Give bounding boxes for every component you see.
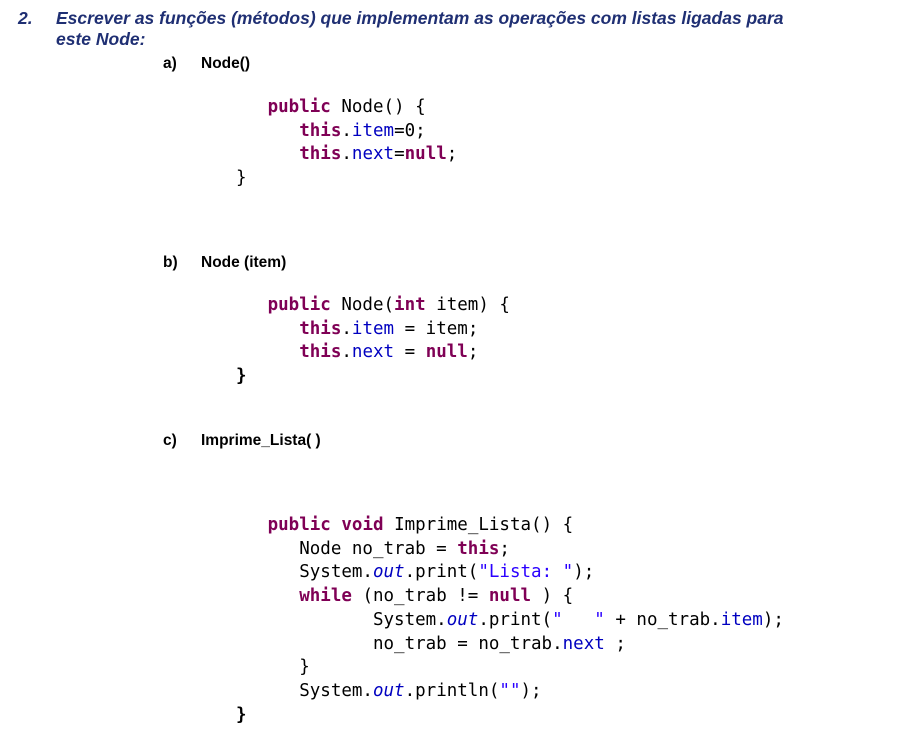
question-line-1: 2. Escrever as funções (métodos) que impl… xyxy=(18,8,898,29)
item-b-title: Node (item) xyxy=(201,254,287,271)
question-text-line-2: este Node: xyxy=(56,29,146,49)
question-text-line-1: Escrever as funções (métodos) que implem… xyxy=(56,8,784,28)
code-block-a: public Node() { this.item=0; this.next=n… xyxy=(236,96,457,191)
code-b-line-4: } xyxy=(236,366,247,387)
item-c-label: c) Imprime_Lista( ) xyxy=(163,431,321,451)
code-a-line-3: this.next=null; xyxy=(299,144,458,165)
code-c-line-8: System.out.println(""); xyxy=(299,680,542,701)
code-a-line-1: public Node() { xyxy=(267,97,426,117)
item-a-label: a) Node() xyxy=(163,54,250,74)
item-c-letter: c) xyxy=(163,432,177,449)
code-c-line-6: no_trab = no_trab.next ; xyxy=(372,633,626,654)
item-b-label: b) Node (item) xyxy=(163,253,286,273)
code-c-line-4: while (no_trab != null ) { xyxy=(299,586,574,607)
item-a-letter: a) xyxy=(163,55,177,72)
code-b-line-3: this.next = null; xyxy=(299,342,479,363)
code-a-line-2: this.item=0; xyxy=(299,120,426,141)
code-c-line-5: System.out.print(" " + no_trab.item); xyxy=(372,609,784,630)
item-b-letter: b) xyxy=(163,254,178,271)
question-number: 2. xyxy=(18,8,33,28)
code-c-line-2: Node no_trab = this; xyxy=(299,538,510,559)
code-b-line-2: this.item = item; xyxy=(299,318,479,339)
code-c-line-7: } xyxy=(299,657,310,678)
code-b-line-1: public Node(int item) { xyxy=(267,295,510,315)
item-c-title: Imprime_Lista( ) xyxy=(201,432,321,449)
code-c-line-3: System.out.print("Lista: "); xyxy=(299,562,595,583)
code-a-line-4: } xyxy=(236,168,247,189)
question-heading: 2. Escrever as funções (métodos) que impl… xyxy=(18,8,898,50)
code-block-b: public Node(int item) { this.item = item… xyxy=(236,294,510,389)
item-a-title: Node() xyxy=(201,55,251,72)
code-block-c: public void Imprime_Lista() { Node no_tr… xyxy=(236,514,784,727)
code-c-line-9: } xyxy=(236,704,247,725)
code-c-line-1: public void Imprime_Lista() { xyxy=(267,515,574,535)
